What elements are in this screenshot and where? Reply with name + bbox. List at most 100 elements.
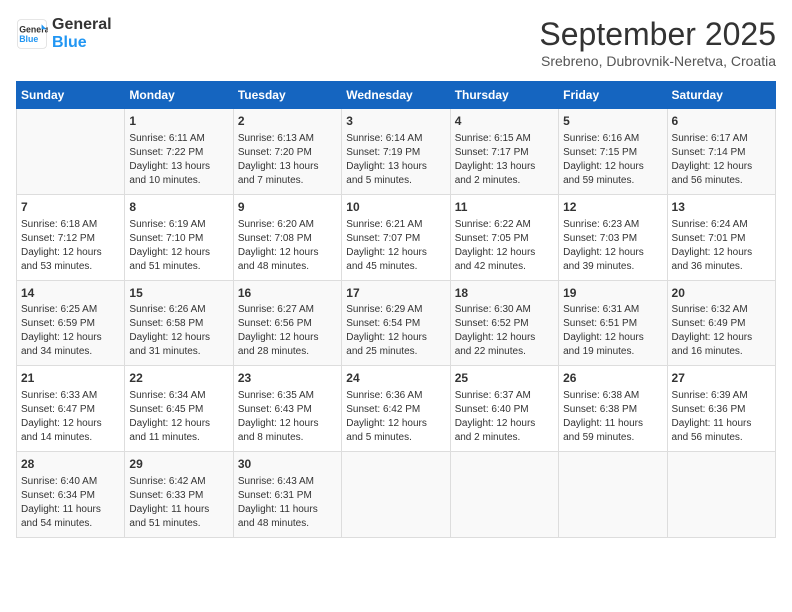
calendar-body: 1 Sunrise: 6:11 AM Sunset: 7:22 PM Daylig… [17, 109, 776, 538]
calendar-cell: 21 Sunrise: 6:33 AM Sunset: 6:47 PM Dayli… [17, 366, 125, 452]
day-number: 19 [563, 285, 662, 302]
calendar-cell: 30Sunrise: 6:43 AM Sunset: 6:31 PM Dayli… [233, 452, 341, 538]
calendar-cell: 6 Sunrise: 6:17 AM Sunset: 7:14 PM Daylig… [667, 109, 775, 195]
calendar-cell: 15Sunrise: 6:26 AM Sunset: 6:58 PM Dayli… [125, 280, 233, 366]
day-number: 2 [238, 113, 337, 130]
day-info: Sunrise: 6:13 AM Sunset: 7:20 PM Dayligh… [238, 132, 337, 188]
calendar-cell: 13 Sunrise: 6:24 AM Sunset: 7:01 PM Dayli… [667, 194, 775, 280]
calendar-cell: 7 Sunrise: 6:18 AM Sunset: 7:12 PM Daylig… [17, 194, 125, 280]
calendar-cell: 8 Sunrise: 6:19 AM Sunset: 7:10 PM Daylig… [125, 194, 233, 280]
calendar-header-row: SundayMondayTuesdayWednesdayThursdayFrid… [17, 82, 776, 109]
day-number: 12 [563, 199, 662, 216]
svg-text:Blue: Blue [19, 34, 38, 44]
calendar-cell: 23 Sunrise: 6:35 AM Sunset: 6:43 PM Dayli… [233, 366, 341, 452]
calendar-cell: 27 Sunrise: 6:39 AM Sunset: 6:36 PM Dayli… [667, 366, 775, 452]
day-number: 14 [21, 285, 120, 302]
day-info: Sunrise: 6:32 AM Sunset: 6:49 PM Dayligh… [672, 303, 771, 359]
day-info: Sunrise: 6:34 AM Sunset: 6:45 PM Dayligh… [129, 389, 228, 445]
header-tuesday: Tuesday [233, 82, 341, 109]
header-wednesday: Wednesday [342, 82, 450, 109]
calendar-cell [17, 109, 125, 195]
calendar-cell [342, 452, 450, 538]
week-row-1: 7 Sunrise: 6:18 AM Sunset: 7:12 PM Daylig… [17, 194, 776, 280]
month-title: September 2025 [539, 16, 776, 53]
calendar-cell: 24 Sunrise: 6:36 AM Sunset: 6:42 PM Dayli… [342, 366, 450, 452]
calendar-cell [559, 452, 667, 538]
header-friday: Friday [559, 82, 667, 109]
day-info: Sunrise: 6:17 AM Sunset: 7:14 PM Dayligh… [672, 132, 771, 188]
calendar-cell: 11 Sunrise: 6:22 AM Sunset: 7:05 PM Dayli… [450, 194, 558, 280]
calendar-cell: 20Sunrise: 6:32 AM Sunset: 6:49 PM Dayli… [667, 280, 775, 366]
day-number: 27 [672, 370, 771, 387]
day-info: Sunrise: 6:24 AM Sunset: 7:01 PM Dayligh… [672, 218, 771, 274]
week-row-3: 21 Sunrise: 6:33 AM Sunset: 6:47 PM Dayli… [17, 366, 776, 452]
day-number: 30 [238, 456, 337, 473]
day-number: 15 [129, 285, 228, 302]
day-info: Sunrise: 6:35 AM Sunset: 6:43 PM Dayligh… [238, 389, 337, 445]
calendar-table: SundayMondayTuesdayWednesdayThursdayFrid… [16, 81, 776, 538]
day-info: Sunrise: 6:37 AM Sunset: 6:40 PM Dayligh… [455, 389, 554, 445]
day-info: Sunrise: 6:27 AM Sunset: 6:56 PM Dayligh… [238, 303, 337, 359]
calendar-cell: 12 Sunrise: 6:23 AM Sunset: 7:03 PM Dayli… [559, 194, 667, 280]
day-number: 24 [346, 370, 445, 387]
calendar-cell: 17Sunrise: 6:29 AM Sunset: 6:54 PM Dayli… [342, 280, 450, 366]
day-number: 1 [129, 113, 228, 130]
day-number: 11 [455, 199, 554, 216]
day-info: Sunrise: 6:40 AM Sunset: 6:34 PM Dayligh… [21, 475, 120, 531]
day-info: Sunrise: 6:33 AM Sunset: 6:47 PM Dayligh… [21, 389, 120, 445]
day-info: Sunrise: 6:22 AM Sunset: 7:05 PM Dayligh… [455, 218, 554, 274]
day-number: 13 [672, 199, 771, 216]
calendar-cell [450, 452, 558, 538]
day-number: 20 [672, 285, 771, 302]
day-number: 29 [129, 456, 228, 473]
day-number: 21 [21, 370, 120, 387]
day-number: 7 [21, 199, 120, 216]
week-row-2: 14Sunrise: 6:25 AM Sunset: 6:59 PM Dayli… [17, 280, 776, 366]
day-info: Sunrise: 6:36 AM Sunset: 6:42 PM Dayligh… [346, 389, 445, 445]
title-block: September 2025 Srebreno, Dubrovnik-Neret… [539, 16, 776, 69]
day-number: 17 [346, 285, 445, 302]
day-number: 8 [129, 199, 228, 216]
day-info: Sunrise: 6:19 AM Sunset: 7:10 PM Dayligh… [129, 218, 228, 274]
day-info: Sunrise: 6:29 AM Sunset: 6:54 PM Dayligh… [346, 303, 445, 359]
calendar-cell: 14Sunrise: 6:25 AM Sunset: 6:59 PM Dayli… [17, 280, 125, 366]
calendar-cell: 29Sunrise: 6:42 AM Sunset: 6:33 PM Dayli… [125, 452, 233, 538]
day-number: 4 [455, 113, 554, 130]
calendar-cell: 4Sunrise: 6:15 AM Sunset: 7:17 PM Daylig… [450, 109, 558, 195]
calendar-cell [667, 452, 775, 538]
day-info: Sunrise: 6:23 AM Sunset: 7:03 PM Dayligh… [563, 218, 662, 274]
calendar-cell: 25Sunrise: 6:37 AM Sunset: 6:40 PM Dayli… [450, 366, 558, 452]
week-row-0: 1 Sunrise: 6:11 AM Sunset: 7:22 PM Daylig… [17, 109, 776, 195]
logo-line2: Blue [52, 34, 112, 52]
logo-line1: General [52, 16, 112, 34]
calendar-cell: 2 Sunrise: 6:13 AM Sunset: 7:20 PM Daylig… [233, 109, 341, 195]
day-info: Sunrise: 6:14 AM Sunset: 7:19 PM Dayligh… [346, 132, 445, 188]
day-number: 26 [563, 370, 662, 387]
day-info: Sunrise: 6:18 AM Sunset: 7:12 PM Dayligh… [21, 218, 120, 274]
calendar-cell: 1 Sunrise: 6:11 AM Sunset: 7:22 PM Daylig… [125, 109, 233, 195]
day-info: Sunrise: 6:11 AM Sunset: 7:22 PM Dayligh… [129, 132, 228, 188]
day-number: 23 [238, 370, 337, 387]
calendar-cell: 9 Sunrise: 6:20 AM Sunset: 7:08 PM Daylig… [233, 194, 341, 280]
day-number: 9 [238, 199, 337, 216]
day-info: Sunrise: 6:21 AM Sunset: 7:07 PM Dayligh… [346, 218, 445, 274]
header-monday: Monday [125, 82, 233, 109]
calendar-cell: 19Sunrise: 6:31 AM Sunset: 6:51 PM Dayli… [559, 280, 667, 366]
day-number: 22 [129, 370, 228, 387]
header-sunday: Sunday [17, 82, 125, 109]
day-info: Sunrise: 6:20 AM Sunset: 7:08 PM Dayligh… [238, 218, 337, 274]
day-info: Sunrise: 6:16 AM Sunset: 7:15 PM Dayligh… [563, 132, 662, 188]
day-number: 28 [21, 456, 120, 473]
calendar-cell: 5 Sunrise: 6:16 AM Sunset: 7:15 PM Daylig… [559, 109, 667, 195]
day-info: Sunrise: 6:25 AM Sunset: 6:59 PM Dayligh… [21, 303, 120, 359]
calendar-cell: 10Sunrise: 6:21 AM Sunset: 7:07 PM Dayli… [342, 194, 450, 280]
day-number: 16 [238, 285, 337, 302]
day-number: 18 [455, 285, 554, 302]
logo-icon: General Blue [16, 18, 48, 50]
day-number: 6 [672, 113, 771, 130]
calendar-cell: 26 Sunrise: 6:38 AM Sunset: 6:38 PM Dayli… [559, 366, 667, 452]
day-info: Sunrise: 6:39 AM Sunset: 6:36 PM Dayligh… [672, 389, 771, 445]
day-number: 5 [563, 113, 662, 130]
day-info: Sunrise: 6:38 AM Sunset: 6:38 PM Dayligh… [563, 389, 662, 445]
logo: General Blue General Blue [16, 16, 112, 51]
